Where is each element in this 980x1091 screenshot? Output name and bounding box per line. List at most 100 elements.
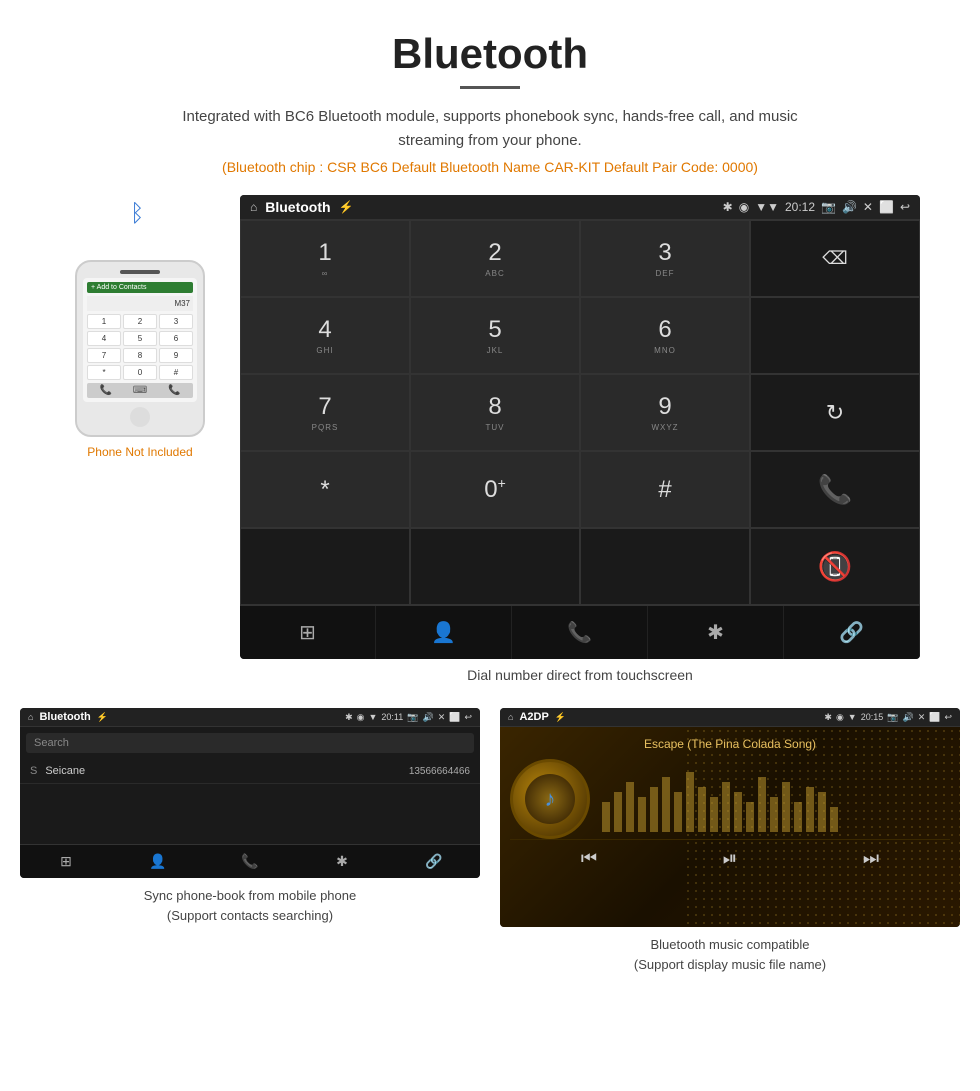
- pb-nav-bt[interactable]: ✱: [296, 853, 388, 870]
- pb-nav-phone[interactable]: 📞: [204, 853, 296, 870]
- music-screen-container: ⌂ A2DP ⚡ ✱ ◉ ▼ 20:15 📷 🔊 ✕ ⬜ ↩: [500, 708, 960, 927]
- ms-location-icon: ◉: [836, 712, 844, 723]
- dial-key-7[interactable]: 7PQRS: [240, 374, 410, 451]
- usb-icon: ⚡: [339, 200, 354, 214]
- dial-key-4[interactable]: 4GHI: [240, 297, 410, 374]
- ms-time: 20:15: [861, 712, 884, 722]
- dial-key-8[interactable]: 8TUV: [410, 374, 580, 451]
- contact-number: 13566664466: [409, 766, 470, 777]
- phonebook-caption: Sync phone-book from mobile phone (Suppo…: [144, 886, 356, 925]
- pb-location-icon: ◉: [357, 712, 365, 723]
- pb-bottom-nav: ⊞ 👤 📞 ✱ 🔗: [20, 844, 480, 878]
- dial-call-green[interactable]: 📞: [750, 451, 920, 528]
- search-placeholder: Search: [34, 737, 69, 749]
- car-statusbar: ⌂ Bluetooth ⚡ ✱ ◉ ▼▼ 20:12 📷 🔊 ✕ ⬜ ↩: [240, 195, 920, 220]
- dial-key-0[interactable]: 0+: [410, 451, 580, 528]
- signal-icon: ▼▼: [755, 200, 779, 214]
- nav-link[interactable]: 🔗: [784, 606, 920, 659]
- phone-container: ᛒ + Add to Contacts M37 123 456 789 *0# …: [60, 195, 220, 459]
- phonebook-screen: ⌂ Bluetooth ⚡ ✱ ◉ ▼ 20:11 📷 🔊 ✕ ⬜ ↩: [20, 708, 480, 878]
- music-controls: ⏮ ⏯ ⏭: [510, 839, 950, 877]
- pb-camera-icon[interactable]: 📷: [407, 712, 418, 723]
- pb-title: Bluetooth: [39, 711, 90, 723]
- time-display: 20:12: [785, 200, 815, 214]
- phonebook-screenshot: ⌂ Bluetooth ⚡ ✱ ◉ ▼ 20:11 📷 🔊 ✕ ⬜ ↩: [20, 708, 480, 974]
- bluetooth-icon-large: ᛒ: [130, 200, 144, 228]
- dial-call-red[interactable]: 📵: [750, 528, 920, 605]
- nav-apps[interactable]: ⊞: [240, 606, 376, 659]
- dial-empty-2: [240, 528, 410, 605]
- pb-back-icon[interactable]: ↩: [464, 712, 472, 723]
- window-icon[interactable]: ⬜: [879, 200, 894, 214]
- phone-screen: + Add to Contacts M37 123 456 789 *0# 📞 …: [83, 278, 197, 402]
- dial-key-9[interactable]: 9WXYZ: [580, 374, 750, 451]
- car-bottom-nav: ⊞ 👤 📞 ✱ 🔗: [240, 605, 920, 659]
- bottom-screenshots: ⌂ Bluetooth ⚡ ✱ ◉ ▼ 20:11 📷 🔊 ✕ ⬜ ↩: [0, 693, 980, 989]
- bluetooth-signal-graphic: ᛒ: [100, 195, 180, 255]
- phone-bottom-bar: 📞 ⌨ 📞: [87, 383, 193, 398]
- dial-empty-3: [410, 528, 580, 605]
- page-header: Bluetooth Integrated with BC6 Bluetooth …: [0, 0, 980, 185]
- dial-key-2[interactable]: 2ABC: [410, 220, 580, 297]
- contacts-empty-area: [20, 784, 480, 844]
- phonebook-statusbar: ⌂ Bluetooth ⚡ ✱ ◉ ▼ 20:11 📷 🔊 ✕ ⬜ ↩: [20, 708, 480, 727]
- dial-key-5[interactable]: 5JKL: [410, 297, 580, 374]
- title-underline: [460, 86, 520, 89]
- pb-volume-icon[interactable]: 🔊: [422, 712, 433, 723]
- album-art-inner: ♪: [525, 774, 575, 824]
- ms-close-icon[interactable]: ✕: [918, 712, 926, 723]
- dial-key-hash[interactable]: #: [580, 451, 750, 528]
- bt-icon: ✱: [723, 200, 733, 214]
- music-statusbar: ⌂ A2DP ⚡ ✱ ◉ ▼ 20:15 📷 🔊 ✕ ⬜ ↩: [500, 708, 960, 727]
- next-button[interactable]: ⏭: [863, 848, 879, 869]
- pb-usb-icon: ⚡: [97, 712, 108, 723]
- search-bar[interactable]: Search: [26, 733, 474, 753]
- pb-window-icon[interactable]: ⬜: [449, 712, 460, 723]
- nav-contacts[interactable]: 👤: [376, 606, 512, 659]
- car-dial-section: ⌂ Bluetooth ⚡ ✱ ◉ ▼▼ 20:12 📷 🔊 ✕ ⬜ ↩: [240, 195, 920, 683]
- contact-name: Seicane: [45, 765, 408, 777]
- ms-volume-icon[interactable]: 🔊: [902, 712, 913, 723]
- ms-window-icon[interactable]: ⬜: [929, 712, 940, 723]
- pb-nav-contacts[interactable]: 👤: [112, 853, 204, 870]
- pb-bt-icon: ✱: [345, 712, 353, 723]
- music-caption: Bluetooth music compatible (Support disp…: [634, 935, 826, 974]
- page-title: Bluetooth: [20, 30, 960, 78]
- close-icon[interactable]: ✕: [863, 200, 873, 214]
- camera-icon[interactable]: 📷: [821, 200, 836, 214]
- back-icon[interactable]: ↩: [900, 200, 910, 214]
- ms-home-icon[interactable]: ⌂: [508, 712, 513, 722]
- dial-key-6[interactable]: 6MNO: [580, 297, 750, 374]
- screen-title: Bluetooth: [265, 199, 330, 215]
- pb-signal-icon: ▼: [368, 712, 377, 722]
- ms-back-icon[interactable]: ↩: [944, 712, 952, 723]
- volume-icon[interactable]: 🔊: [842, 200, 857, 214]
- pb-nav-apps[interactable]: ⊞: [20, 853, 112, 870]
- pb-close-icon[interactable]: ✕: [438, 712, 446, 723]
- pb-home-icon[interactable]: ⌂: [28, 712, 33, 722]
- dial-empty-4: [580, 528, 750, 605]
- prev-button[interactable]: ⏮: [581, 848, 597, 869]
- music-visualizer: [602, 762, 950, 837]
- nav-phone[interactable]: 📞: [512, 606, 648, 659]
- ms-bt-icon: ✱: [824, 712, 832, 723]
- dial-key-1[interactable]: 1∞: [240, 220, 410, 297]
- music-main-content: ♪: [510, 759, 950, 839]
- music-screenshot: ⌂ A2DP ⚡ ✱ ◉ ▼ 20:15 📷 🔊 ✕ ⬜ ↩: [500, 708, 960, 974]
- contact-row[interactable]: S Seicane 13566664466: [20, 759, 480, 784]
- play-pause-button[interactable]: ⏯: [723, 848, 737, 869]
- dial-key-3[interactable]: 3DEF: [580, 220, 750, 297]
- home-icon[interactable]: ⌂: [250, 200, 257, 214]
- statusbar-right: ✱ ◉ ▼▼ 20:12 📷 🔊 ✕ ⬜ ↩: [723, 200, 910, 214]
- pb-nav-link[interactable]: 🔗: [388, 853, 480, 870]
- dial-refresh[interactable]: ↻: [750, 374, 920, 451]
- equalizer-bars: [602, 762, 842, 832]
- phone-keypad: 123 456 789 *0#: [87, 314, 193, 380]
- dial-key-star[interactable]: *: [240, 451, 410, 528]
- pb-time: 20:11: [381, 712, 403, 722]
- dial-backspace[interactable]: ⌫: [750, 220, 920, 297]
- music-content-area: Escape (The Pina Colada Song) ♪: [500, 727, 960, 927]
- album-art: ♪: [510, 759, 590, 839]
- ms-camera-icon[interactable]: 📷: [887, 712, 898, 723]
- nav-bluetooth[interactable]: ✱: [648, 606, 784, 659]
